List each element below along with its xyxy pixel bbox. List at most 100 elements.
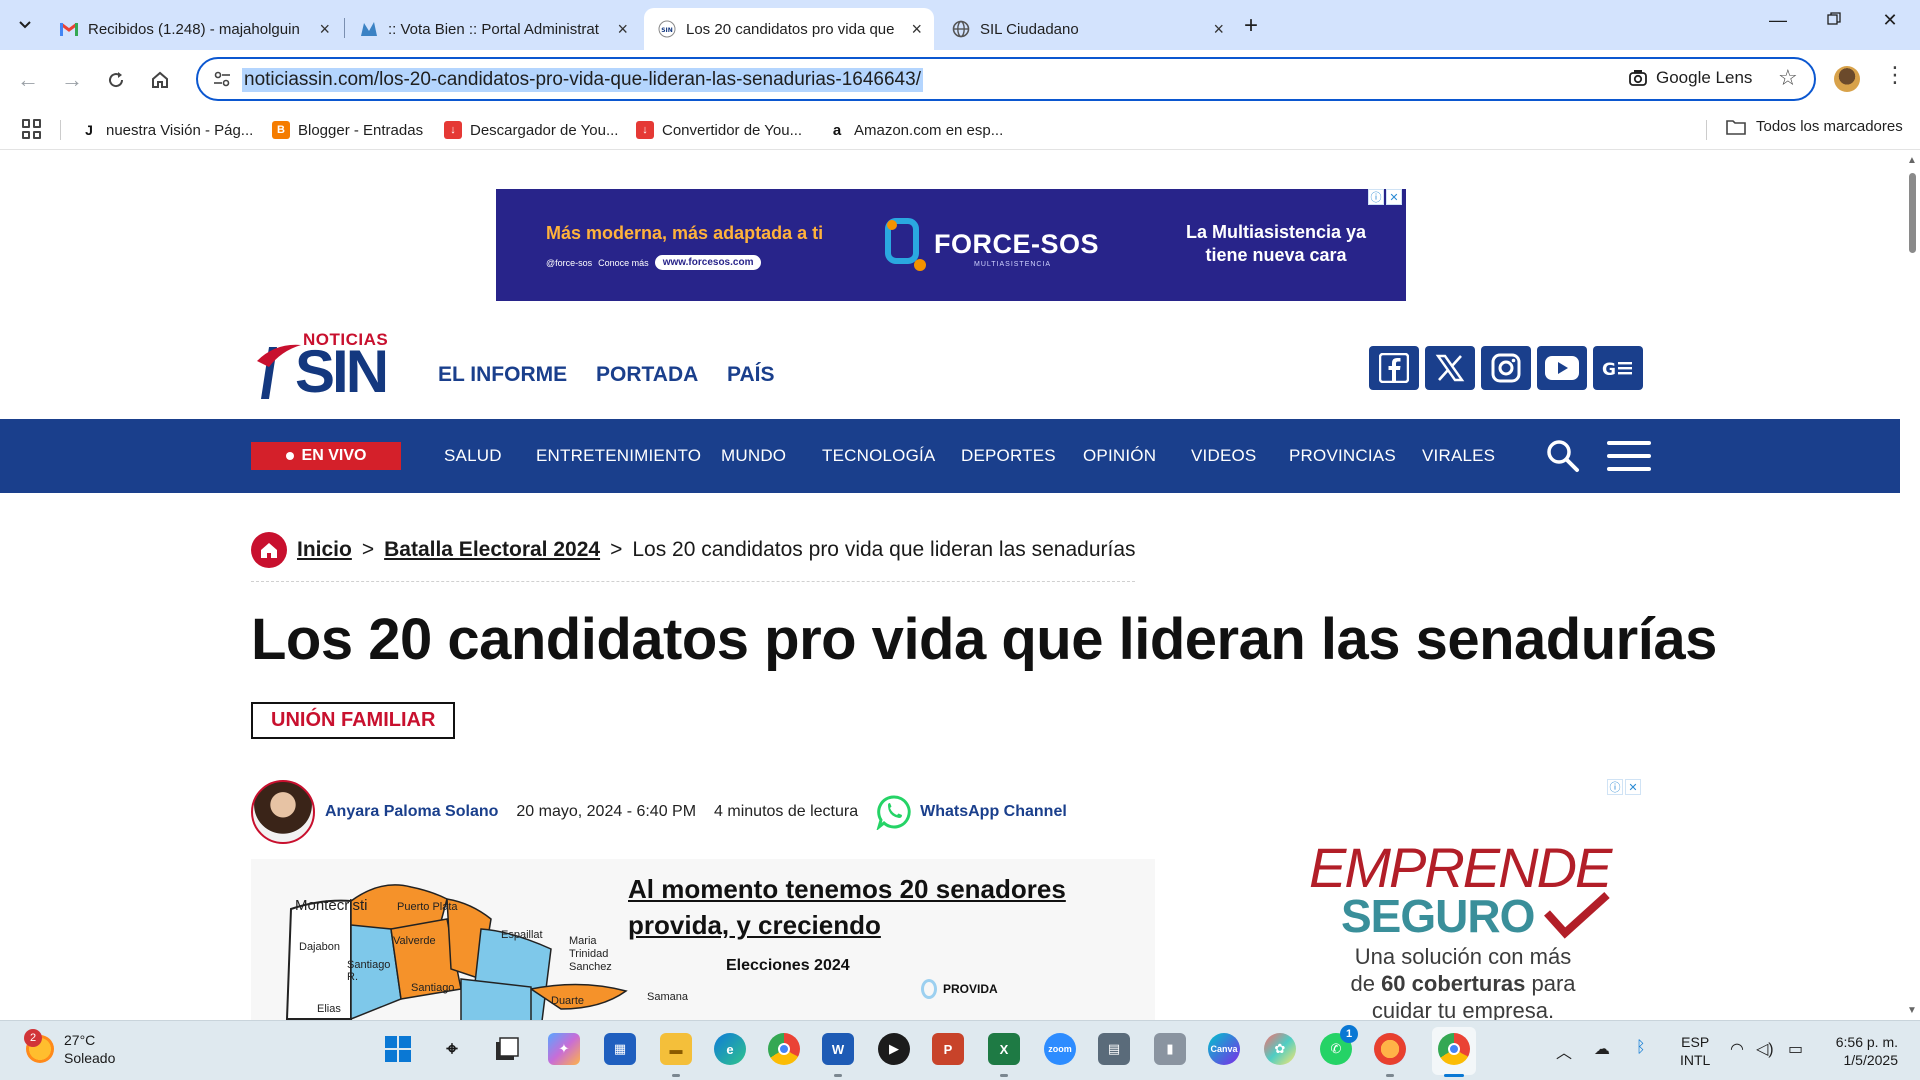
widgets-button[interactable]: ⌖ bbox=[436, 1033, 468, 1065]
en-vivo-button[interactable]: EN VIVO bbox=[251, 442, 401, 470]
nav-pais[interactable]: PAÍS bbox=[727, 363, 774, 387]
category-tag[interactable]: UNIÓN FAMILIAR bbox=[251, 702, 456, 739]
all-bookmarks-button[interactable]: Todos los marcadores bbox=[1726, 118, 1903, 135]
url-text[interactable]: noticiassin.com/los-20-candidatos-pro-vi… bbox=[242, 68, 923, 92]
whatsapp-button[interactable]: ✆ 1 bbox=[1320, 1025, 1358, 1065]
word-button[interactable]: W bbox=[822, 1033, 854, 1065]
weather-widget[interactable]: 2 27°C Soleado bbox=[24, 1029, 115, 1067]
onedrive-icon[interactable]: ☁ bbox=[1594, 1039, 1610, 1059]
restore-button[interactable] bbox=[1814, 10, 1854, 31]
chrome-profile-button[interactable] bbox=[1438, 1033, 1470, 1065]
nav-opinion[interactable]: OPINIÓN bbox=[1083, 446, 1156, 466]
nav-deportes[interactable]: DEPORTES bbox=[961, 446, 1056, 466]
noticias-sin-logo[interactable]: NOTICIAS SIN bbox=[255, 329, 400, 405]
apps-grid-icon[interactable] bbox=[22, 119, 42, 139]
address-bar[interactable]: noticiassin.com/los-20-candidatos-pro-vi… bbox=[196, 57, 1816, 101]
nav-videos[interactable]: VIDEOS bbox=[1191, 446, 1256, 466]
author-name[interactable]: Anyara Paloma Solano bbox=[325, 803, 498, 821]
nav-virales[interactable]: VIRALES bbox=[1422, 446, 1495, 466]
zoom-button[interactable]: zoom bbox=[1044, 1033, 1076, 1065]
firefox-button[interactable] bbox=[1374, 1033, 1406, 1065]
chrome-button[interactable] bbox=[768, 1033, 800, 1065]
bookmark-nuestra-vision[interactable]: J nuestra Visión - Pág... bbox=[80, 118, 253, 142]
info-icon[interactable]: ⓘ bbox=[1607, 779, 1623, 795]
google-news-link[interactable]: G bbox=[1593, 346, 1643, 390]
tab-sil-ciudadano[interactable]: SIL Ciudadano × bbox=[938, 8, 1236, 50]
bookmark-star-icon[interactable]: ☆ bbox=[1778, 65, 1798, 91]
copilot-button[interactable]: ✦ bbox=[548, 1033, 580, 1065]
side-ad-choices[interactable]: ⓘ ✕ bbox=[1607, 779, 1641, 795]
side-ad-emprende-seguro[interactable]: EMPRENDE SEGURO Una solución con más de … bbox=[1305, 801, 1645, 1020]
hamburger-menu-icon[interactable] bbox=[1607, 441, 1651, 471]
scroll-down-icon[interactable]: ▼ bbox=[1907, 1005, 1917, 1016]
tab-gmail[interactable]: Recibidos (1.248) - majaholguin × bbox=[46, 8, 342, 50]
close-tab-icon[interactable]: × bbox=[617, 19, 628, 40]
windows-start-button[interactable] bbox=[382, 1033, 414, 1065]
close-tab-icon[interactable]: × bbox=[319, 19, 330, 40]
bookmark-blogger[interactable]: B Blogger - Entradas bbox=[272, 118, 423, 142]
breadcrumb-section[interactable]: Batalla Electoral 2024 bbox=[384, 538, 600, 562]
youtube-link[interactable] bbox=[1537, 346, 1587, 390]
top-ad-banner[interactable]: Más moderna, más adaptada a ti @force-so… bbox=[496, 189, 1406, 301]
input-language[interactable]: ESP INTL bbox=[1680, 1033, 1710, 1069]
site-info-icon[interactable] bbox=[212, 69, 232, 89]
paint-button[interactable]: ✿ bbox=[1264, 1033, 1296, 1065]
ad-choices[interactable]: ⓘ ✕ bbox=[1368, 189, 1402, 205]
whatsapp-channel-link[interactable]: WhatsApp Channel bbox=[876, 794, 1067, 830]
media-player-button[interactable]: ▶ bbox=[878, 1033, 910, 1065]
battery-icon[interactable]: ▭ bbox=[1788, 1039, 1803, 1059]
excel-button[interactable]: X bbox=[988, 1033, 1020, 1065]
breadcrumb-home[interactable]: Inicio bbox=[297, 538, 352, 562]
tab-search-button[interactable] bbox=[10, 10, 40, 40]
x-link[interactable] bbox=[1425, 346, 1475, 390]
instagram-link[interactable] bbox=[1481, 346, 1531, 390]
edge-button[interactable]: e bbox=[714, 1033, 746, 1065]
browser-menu-button[interactable]: ⋮ bbox=[1884, 62, 1906, 88]
bluetooth-icon[interactable]: ᛒ bbox=[1636, 1039, 1646, 1057]
scrollbar-thumb[interactable] bbox=[1909, 173, 1916, 253]
nav-portada[interactable]: PORTADA bbox=[596, 363, 698, 387]
system-clock[interactable]: 6:56 p. m. 1/5/2025 bbox=[1822, 1033, 1898, 1069]
scroll-up-icon[interactable]: ▲ bbox=[1907, 155, 1917, 166]
bookmark-descargador[interactable]: ↓ Descargador de You... bbox=[444, 118, 618, 142]
tab-noticias-sin[interactable]: SIN Los 20 candidatos pro vida que × bbox=[644, 8, 934, 50]
file-explorer-button[interactable]: ▬ bbox=[660, 1033, 692, 1065]
google-lens-button[interactable]: Google Lens bbox=[1628, 68, 1752, 88]
nav-entretenimiento[interactable]: ENTRETENIMIENTO bbox=[536, 446, 701, 466]
wifi-icon[interactable]: ◠ bbox=[1730, 1039, 1744, 1059]
close-tab-icon[interactable]: × bbox=[911, 19, 922, 40]
back-button[interactable]: ← bbox=[12, 64, 44, 96]
facebook-link[interactable] bbox=[1369, 346, 1419, 390]
info-icon[interactable]: ⓘ bbox=[1368, 189, 1384, 205]
voice-recorder-button[interactable]: ▮ bbox=[1154, 1033, 1186, 1065]
volume-icon[interactable]: ◁) bbox=[1756, 1039, 1774, 1059]
powerpoint-button[interactable]: P bbox=[932, 1033, 964, 1065]
tab-vota-bien[interactable]: :: Vota Bien :: Portal Administrat × bbox=[346, 8, 640, 50]
nav-tecnologia[interactable]: TECNOLOGÍA bbox=[822, 446, 935, 466]
author-avatar[interactable] bbox=[251, 780, 315, 844]
canva-button[interactable]: Canva bbox=[1208, 1033, 1240, 1065]
store-button[interactable]: ▦ bbox=[604, 1033, 636, 1065]
nav-mundo[interactable]: MUNDO bbox=[721, 446, 786, 466]
bookmark-convertidor[interactable]: ↓ Convertidor de You... bbox=[636, 118, 802, 142]
close-window-button[interactable]: ✕ bbox=[1870, 10, 1910, 31]
search-icon[interactable] bbox=[1546, 439, 1580, 473]
show-hidden-icons[interactable]: ︿ bbox=[1556, 1039, 1572, 1063]
profile-avatar[interactable] bbox=[1834, 66, 1860, 92]
reload-button[interactable] bbox=[100, 64, 132, 96]
task-view-button[interactable] bbox=[492, 1033, 524, 1065]
page-scrollbar[interactable]: ▲ ▼ bbox=[1904, 151, 1920, 1020]
close-tab-icon[interactable]: × bbox=[1213, 19, 1224, 40]
forward-button[interactable]: → bbox=[56, 64, 88, 96]
calculator-button[interactable]: ▤ bbox=[1098, 1033, 1130, 1065]
bookmark-amazon[interactable]: a Amazon.com en esp... bbox=[828, 118, 1003, 142]
close-icon[interactable]: ✕ bbox=[1386, 189, 1402, 205]
nav-el-informe[interactable]: EL INFORME bbox=[438, 363, 567, 387]
home-icon[interactable] bbox=[251, 532, 287, 568]
close-icon[interactable]: ✕ bbox=[1625, 779, 1641, 795]
minimize-button[interactable]: — bbox=[1758, 10, 1798, 31]
home-button[interactable] bbox=[144, 64, 176, 96]
nav-provincias[interactable]: PROVINCIAS bbox=[1289, 446, 1396, 466]
new-tab-button[interactable]: + bbox=[1244, 12, 1258, 40]
nav-salud[interactable]: SALUD bbox=[444, 446, 502, 466]
